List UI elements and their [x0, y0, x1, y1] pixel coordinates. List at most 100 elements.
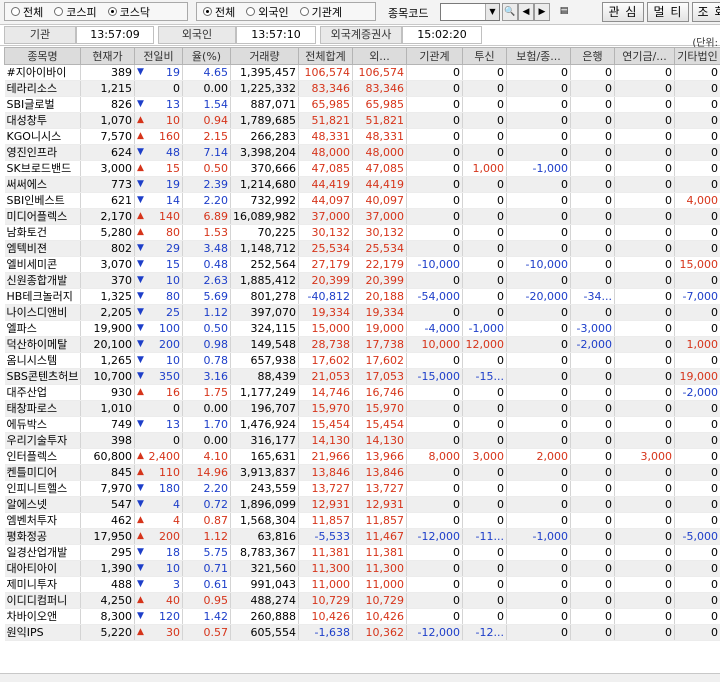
cell-trust: -15...	[463, 369, 507, 385]
cell-rate: 4.65	[183, 65, 231, 81]
interest-button[interactable]: 관 심	[602, 2, 644, 22]
cell-volume: 1,214,680	[231, 177, 299, 193]
cell-trust: 0	[463, 609, 507, 625]
cell-change: ▼18	[135, 545, 183, 561]
table-row[interactable]: 일경산업개발295▼185.758,783,36711,38111,381000…	[5, 545, 720, 561]
change-value: 40	[166, 594, 180, 607]
radio-circle-icon	[203, 7, 212, 16]
cell-bank: 0	[571, 417, 615, 433]
cell-insure: 0	[507, 129, 571, 145]
column-header[interactable]: 율(%)	[183, 48, 231, 65]
cell-other: 0	[675, 161, 720, 177]
market-radio-0[interactable]: 전체	[11, 4, 43, 20]
table-row[interactable]: 태창파로스1,01000.00196,70715,97015,970000000	[5, 401, 720, 417]
column-header[interactable]: 기타법인	[675, 48, 720, 65]
table-row[interactable]: 옴니시스템1,265▼100.78657,93817,60217,6020000…	[5, 353, 720, 369]
table-row[interactable]: 알에스넷547▼40.721,896,09912,93112,931000000	[5, 497, 720, 513]
cell-bank: 0	[571, 369, 615, 385]
up-arrow-icon: ▲	[137, 161, 147, 176]
table-row[interactable]: KGO니시스7,570▲1602.15266,28348,33148,33100…	[5, 129, 720, 145]
cell-name: 대주산업	[5, 385, 81, 401]
table-row[interactable]: 엘파스19,900▼1000.50324,11515,00019,000-4,0…	[5, 321, 720, 337]
table-row[interactable]: SBI인베스트621▼142.20732,99244,09740,0970000…	[5, 193, 720, 209]
cell-pension: 0	[615, 193, 675, 209]
column-header[interactable]: 은행	[571, 48, 615, 65]
cell-volume: 991,043	[231, 577, 299, 593]
table-row[interactable]: #지아이바이389▼194.651,395,457106,574106,5740…	[5, 65, 720, 81]
table-row[interactable]: 우리기술투자39800.00316,17714,13014,130000000	[5, 433, 720, 449]
column-header[interactable]: 거래량	[231, 48, 299, 65]
cell-other: 0	[675, 209, 720, 225]
table-row[interactable]: 이디디컴퍼니4,250▲400.95488,27410,72910,729000…	[5, 593, 720, 609]
investor-radio-0[interactable]: 전체	[203, 4, 235, 20]
column-header[interactable]: 외...	[353, 48, 407, 65]
table-row[interactable]: 남화토건5,280▲801.5370,22530,13230,132000000	[5, 225, 720, 241]
table-row[interactable]: 써써에스773▼192.391,214,68044,41944,41900000…	[5, 177, 720, 193]
column-header[interactable]: 보험/종...	[507, 48, 571, 65]
table-row[interactable]: 대아티아이1,390▼100.71321,56011,30011,3000000…	[5, 561, 720, 577]
cell-trust: 0	[463, 433, 507, 449]
column-header[interactable]: 연기금/...	[615, 48, 675, 65]
cell-pension: 0	[615, 129, 675, 145]
market-radio-1[interactable]: 코스피	[54, 4, 96, 20]
down-arrow-icon: ▼	[137, 337, 147, 352]
investor-trading-grid[interactable]: 종목명현재가전일비율(%)거래량전체합계외...기관계투신보험/종...은행연기…	[4, 47, 720, 673]
cell-inst: -15,000	[407, 369, 463, 385]
cell-total: 44,097	[299, 193, 353, 209]
table-row[interactable]: 영진인프라624▼487.143,398,20448,00048,0000000…	[5, 145, 720, 161]
table-row[interactable]: 대주산업930▲161.751,177,24914,74616,74600000…	[5, 385, 720, 401]
query-button[interactable]: 조 회	[692, 2, 720, 22]
multi-button[interactable]: 멀 티	[647, 2, 689, 22]
next-arrow-icon[interactable]: ▶	[534, 3, 550, 21]
table-row[interactable]: 테라리소스1,21500.001,225,33283,34683,3460000…	[5, 81, 720, 97]
table-row[interactable]: 켄틀미디어845▲11014.963,913,83713,84613,84600…	[5, 465, 720, 481]
cell-other: 0	[675, 417, 720, 433]
table-row[interactable]: 평화정공17,950▲2001.1263,816-5,53311,467-12,…	[5, 529, 720, 545]
cell-change: ▼180	[135, 481, 183, 497]
cell-total: 17,602	[299, 353, 353, 369]
column-header[interactable]: 현재가	[81, 48, 135, 65]
cell-volume: 488,274	[231, 593, 299, 609]
table-row[interactable]: 원익IPS5,220▲300.57605,554-1,63810,362-12,…	[5, 625, 720, 641]
column-header[interactable]: 전일비	[135, 48, 183, 65]
market-radio-2[interactable]: 코스닥	[108, 4, 150, 20]
investor-radio-1[interactable]: 외국인	[246, 4, 288, 20]
column-header[interactable]: 기관계	[407, 48, 463, 65]
code-dropdown-icon[interactable]: ▼	[485, 4, 499, 20]
column-header[interactable]: 종목명	[5, 48, 81, 65]
table-row[interactable]: 인피니트헬스7,970▼1802.20243,55913,72713,72700…	[5, 481, 720, 497]
table-row[interactable]: HB테크놀러지1,325▼805.69801,278-40,81220,188-…	[5, 289, 720, 305]
table-row[interactable]: SK브로드밴드3,000▲150.50370,66647,08547,08501…	[5, 161, 720, 177]
table-row[interactable]: 엘비세미콘3,070▼150.48252,56427,17922,179-10,…	[5, 257, 720, 273]
table-row[interactable]: 엠벤처투자462▲40.871,568,30411,85711,85700000…	[5, 513, 720, 529]
table-row[interactable]: 에듀박스749▼131.701,476,92415,45415,45400000…	[5, 417, 720, 433]
cell-foreign: 15,970	[353, 401, 407, 417]
column-header[interactable]: 전체합계	[299, 48, 353, 65]
table-row[interactable]: 신원종합개발370▼102.631,885,41220,39920,399000…	[5, 273, 720, 289]
table-row[interactable]: 대성창투1,070▲100.941,789,68551,82151,821000…	[5, 113, 720, 129]
change-value: 16	[166, 386, 180, 399]
table-row[interactable]: 나이스디앤비2,205▼251.12397,07019,33419,334000…	[5, 305, 720, 321]
table-row[interactable]: 제미니투자488▼30.61991,04311,00011,000000000	[5, 577, 720, 593]
cell-inst: 0	[407, 433, 463, 449]
cell-price: 802	[81, 241, 135, 257]
table-row[interactable]: SBS콘텐츠허브10,700▼3503.1688,43921,05317,053…	[5, 369, 720, 385]
table-row[interactable]: 엠텍비젼802▼293.481,148,71225,53425,53400000…	[5, 241, 720, 257]
cell-insure: 0	[507, 337, 571, 353]
search-icon[interactable]: 🔍	[502, 3, 518, 21]
table-row[interactable]: 덕산하이메탈20,100▼2000.98149,54828,73817,7381…	[5, 337, 720, 353]
cell-insure: 0	[507, 193, 571, 209]
cell-inst: -54,000	[407, 289, 463, 305]
cell-inst: -10,000	[407, 257, 463, 273]
table-row[interactable]: SBI글로벌826▼131.54887,07165,98565,98500000…	[5, 97, 720, 113]
prev-arrow-icon[interactable]: ◀	[518, 3, 534, 21]
cell-volume: 887,071	[231, 97, 299, 113]
code-input[interactable]: ▼	[440, 3, 500, 21]
investor-radio-2[interactable]: 기관계	[300, 4, 342, 20]
table-row[interactable]: 차바이오앤8,300▼1201.42260,88810,42610,426000…	[5, 609, 720, 625]
column-header[interactable]: 투신	[463, 48, 507, 65]
table-row[interactable]: 인터플렉스60,800▲2,4004.10165,63121,96613,966…	[5, 449, 720, 465]
table-row[interactable]: 미디어플렉스2,170▲1406.8916,089,98237,00037,00…	[5, 209, 720, 225]
memo-icon[interactable]: ▤	[556, 3, 572, 21]
cell-volume: 1,789,685	[231, 113, 299, 129]
